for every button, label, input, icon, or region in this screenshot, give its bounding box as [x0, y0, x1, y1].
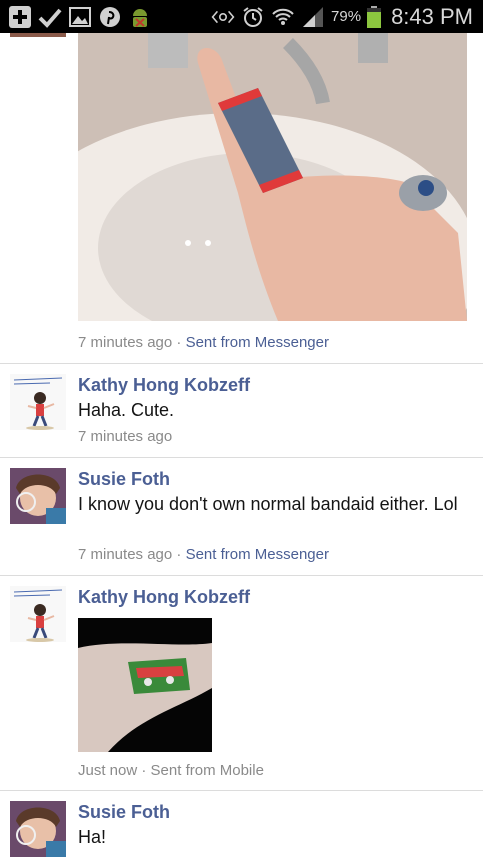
message-text: Haha. Cute.	[78, 400, 175, 420]
separator: ·	[141, 762, 147, 779]
sender-name[interactable]: Kathy Hong Kobzeff	[78, 375, 250, 396]
message-item: Kathy Hong Kobzeff Just now · Sent from …	[0, 576, 483, 791]
avatar[interactable]	[10, 468, 66, 524]
clock: 8:43 PM	[391, 3, 473, 29]
message-meta: 7 minutes ago	[78, 428, 172, 445]
sender-name[interactable]: Susie Foth	[78, 802, 170, 823]
message-item: Susie Foth I know you don't own normal b…	[0, 458, 483, 576]
android-debug-icon	[128, 5, 152, 29]
separator: ·	[176, 334, 182, 351]
message-text: Ha!	[78, 827, 107, 847]
sender-name[interactable]: Susie Foth	[78, 469, 170, 490]
avatar[interactable]	[10, 801, 66, 857]
message-meta: 7 minutes ago · Sent from Messenger	[78, 546, 329, 563]
timestamp: Just now	[78, 762, 138, 779]
signal-icon	[301, 5, 325, 29]
message-text: I know you don't own normal bandaid eith…	[78, 494, 458, 514]
avatar[interactable]	[10, 586, 66, 642]
nfc-icon	[211, 5, 235, 29]
battery-percent: 79%	[331, 8, 362, 25]
bandaged-arm-photo[interactable]	[78, 618, 212, 752]
source-link[interactable]: Sent from Mobile	[151, 762, 264, 779]
add-icon	[8, 5, 32, 29]
status-bar: 79% 8:43 PM	[0, 0, 483, 33]
battery-icon	[367, 5, 382, 28]
check-icon	[38, 5, 62, 29]
timestamp: 7 minutes ago	[78, 546, 173, 563]
source-link[interactable]: Sent from Messenger	[186, 546, 329, 563]
avatar[interactable]	[10, 374, 66, 430]
message-meta: 7 minutes ago · Sent from Messenger	[78, 334, 329, 351]
separator: ·	[176, 546, 182, 563]
message-item: Susie Foth Ha!	[0, 791, 483, 859]
message-item: 7 minutes ago · Sent from Messenger	[0, 33, 483, 364]
timestamp: 7 minutes ago	[78, 334, 173, 351]
source-link[interactable]: Sent from Messenger	[186, 334, 329, 351]
wifi-icon	[271, 5, 295, 29]
alarm-icon	[241, 5, 265, 29]
message-meta: Just now · Sent from Mobile	[78, 762, 264, 779]
bandaged-finger-photo[interactable]	[78, 33, 467, 321]
gallery-icon	[68, 5, 92, 29]
sender-name[interactable]: Kathy Hong Kobzeff	[78, 587, 250, 608]
avatar	[10, 33, 66, 37]
pinterest-icon	[98, 5, 122, 29]
timestamp: 7 minutes ago	[78, 428, 173, 445]
message-item: Kathy Hong Kobzeff Haha. Cute. 7 minutes…	[0, 364, 483, 458]
